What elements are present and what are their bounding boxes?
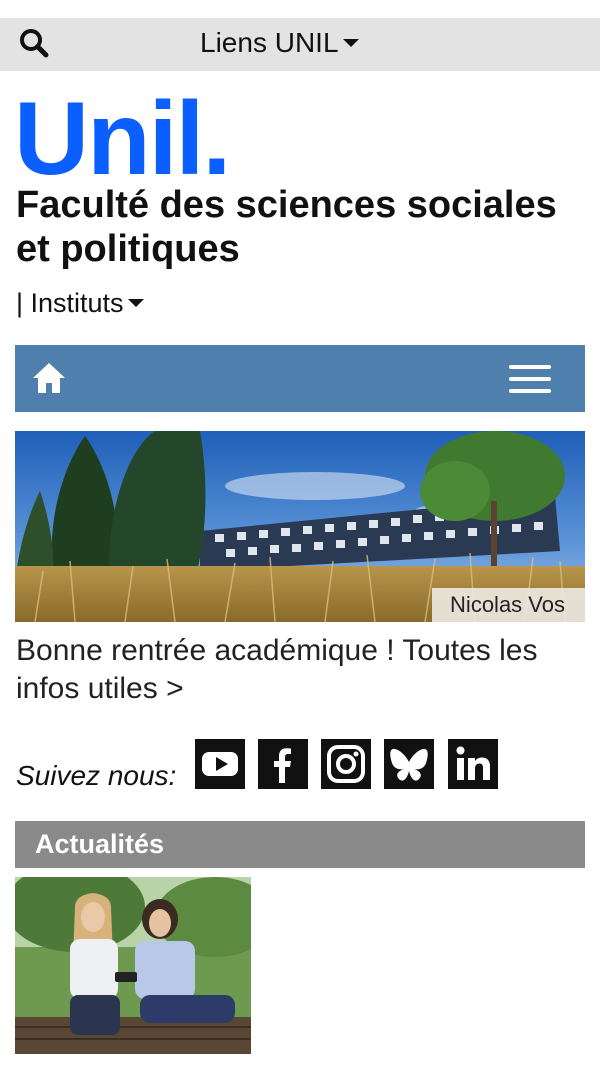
instituts-dropdown[interactable]: | Instituts <box>16 286 144 320</box>
facebook-icon[interactable] <box>258 739 308 789</box>
hero-headline-link[interactable]: Bonne rentrée académique ! Toutes les in… <box>16 632 576 708</box>
chevron-down-icon <box>342 38 359 47</box>
search-icon[interactable] <box>18 27 50 59</box>
news-photo <box>15 877 251 1054</box>
photo-credit: Nicolas Vos <box>432 588 585 622</box>
liens-unil-label: Liens UNIL <box>200 27 339 58</box>
hero-image[interactable]: Nicolas Vos <box>15 431 585 622</box>
hamburger-menu-icon[interactable] <box>509 365 551 393</box>
news-section-title[interactable]: Actualités <box>35 827 164 861</box>
news-section-header: Actualités <box>15 821 585 868</box>
faculty-name[interactable]: Faculté des sciences sociales et politiq… <box>16 183 576 271</box>
follow-us-label: Suivez nous: <box>16 760 177 791</box>
linkedin-icon[interactable] <box>448 739 498 789</box>
liens-unil-dropdown[interactable]: Liens UNIL <box>200 26 359 60</box>
bluesky-icon[interactable] <box>384 739 434 789</box>
logo-text: Unil. <box>14 90 229 180</box>
home-icon[interactable] <box>31 360 67 396</box>
instituts-label: | Instituts <box>16 288 124 318</box>
unil-logo[interactable]: Unil. <box>14 90 274 180</box>
news-item-thumbnail[interactable] <box>15 877 251 1054</box>
youtube-icon[interactable] <box>195 739 245 789</box>
main-nav-bar <box>15 345 585 412</box>
instagram-icon[interactable] <box>321 739 371 789</box>
chevron-down-icon <box>127 298 144 307</box>
top-bar: Liens UNIL <box>0 18 600 71</box>
